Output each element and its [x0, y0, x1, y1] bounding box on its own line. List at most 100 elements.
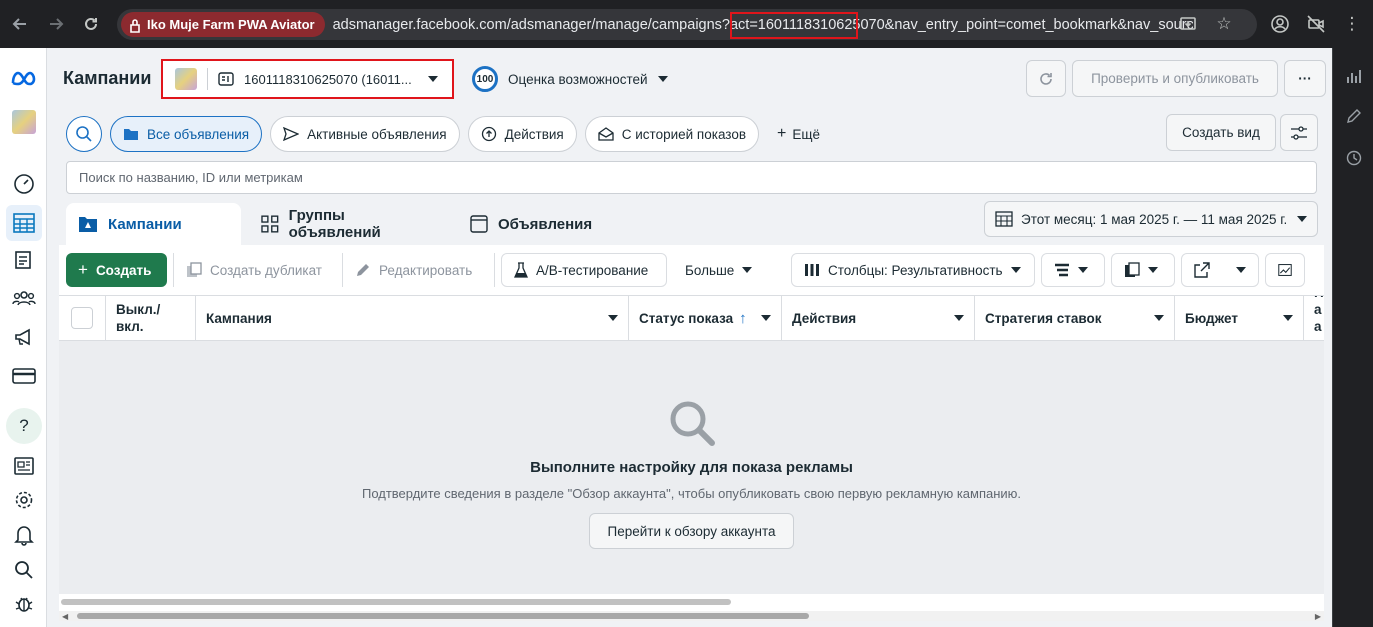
campaigns-table-icon[interactable]	[6, 205, 42, 241]
main-content: Кампании 1601118310625070 (16011... 100 …	[47, 48, 1332, 627]
lock-icon	[130, 18, 140, 33]
page-scrollbar-track[interactable]: ◀ ▶	[59, 611, 1324, 621]
col-campaign[interactable]: Кампания	[196, 296, 629, 340]
table-scrollbar-thumb[interactable]	[61, 599, 731, 605]
reports-icon	[1125, 262, 1140, 277]
bookmark-star-icon[interactable]: ☆	[1209, 9, 1239, 39]
megaphone-icon[interactable]	[6, 319, 42, 355]
chart-bars-icon[interactable]	[1344, 66, 1364, 86]
select-all-checkbox[interactable]	[71, 307, 93, 329]
profile-label: Iko Muje Farm PWA Aviator	[147, 17, 315, 32]
empty-state: Выполните настройку для показа рекламы П…	[59, 341, 1324, 594]
copy-icon	[187, 262, 202, 277]
create-view-button[interactable]: Создать вид	[1166, 114, 1276, 151]
pencil-icon	[357, 264, 369, 276]
settings-gear-icon[interactable]	[6, 482, 42, 518]
campaigns-panel: + Создать Создать дубликат Редактировать…	[59, 245, 1324, 621]
search-input[interactable]: Поиск по названию, ID или метрикам	[66, 161, 1317, 194]
more-actions-dropdown[interactable]: Больше	[673, 253, 763, 287]
menu-dots-icon[interactable]: ⋮	[1337, 9, 1367, 39]
chevron-down-icon	[1297, 216, 1307, 222]
account-selector[interactable]: 1601118310625070 (16011...	[161, 59, 454, 99]
score-label: Оценка возможностей	[508, 71, 648, 87]
col-attribution-truncated[interactable]: На ат	[1304, 296, 1324, 340]
ab-test-button[interactable]: A/B-тестирование	[501, 253, 667, 287]
columns-dropdown[interactable]: Столбцы: Результативность	[791, 253, 1035, 287]
go-to-account-overview-button[interactable]: Перейти к обзору аккаунта	[589, 513, 794, 549]
dashboard-icon[interactable]	[6, 165, 42, 201]
breakdown-dropdown[interactable]	[1041, 253, 1105, 287]
col-actions[interactable]: Действия	[782, 296, 975, 340]
col-bid-strategy[interactable]: Стратегия ставок	[975, 296, 1175, 340]
chevron-down-icon	[1010, 267, 1021, 273]
account-avatar[interactable]	[6, 104, 42, 140]
notifications-bell-icon[interactable]	[6, 517, 42, 553]
scroll-left-arrow[interactable]: ◀	[62, 612, 68, 621]
address-bar[interactable]: Iko Muje Farm PWA Aviator adsmanager.fac…	[117, 9, 1257, 40]
sliders-icon	[1291, 125, 1307, 140]
chevron-down-icon[interactable]	[1154, 315, 1164, 321]
date-range-label: Этот месяц: 1 мая 2025 г. — 11 мая 2025 …	[1021, 211, 1288, 227]
filter-all-ads[interactable]: Все объявления	[110, 116, 263, 152]
more-options-button[interactable]: ···	[1284, 60, 1326, 97]
create-button[interactable]: + Создать	[66, 253, 167, 287]
refresh-button[interactable]	[1026, 60, 1066, 97]
search-icon	[76, 126, 92, 142]
date-range-picker[interactable]: Этот месяц: 1 мая 2025 г. — 11 мая 2025 …	[984, 201, 1318, 237]
help-icon[interactable]: ?	[6, 408, 42, 444]
export-dropdown[interactable]	[1181, 253, 1259, 287]
filter-active-ads[interactable]: Активные объявления	[270, 116, 460, 152]
columns-icon	[805, 264, 819, 276]
scroll-right-arrow[interactable]: ▶	[1315, 612, 1321, 621]
grid-icon	[261, 215, 279, 233]
chevron-down-icon	[1148, 267, 1158, 273]
ad-account-icon	[218, 72, 234, 86]
col-budget[interactable]: Бюджет	[1175, 296, 1304, 340]
filter-more-link[interactable]: + Ещё	[767, 125, 820, 143]
duplicate-button[interactable]: Создать дубликат	[173, 253, 336, 287]
back-icon[interactable]	[4, 8, 36, 40]
plus-icon: +	[78, 260, 88, 279]
review-publish-button[interactable]: Проверить и опубликовать	[1072, 60, 1278, 97]
col-on-off[interactable]: Выкл./вкл.	[106, 296, 196, 340]
filter-with-history[interactable]: С историей показов	[584, 116, 760, 152]
chevron-down-icon[interactable]	[761, 315, 771, 321]
account-icon[interactable]	[1265, 9, 1295, 39]
chevron-down-icon	[1078, 267, 1088, 273]
camera-off-icon[interactable]	[1301, 9, 1331, 39]
audiences-icon[interactable]	[6, 280, 42, 316]
page-scrollbar-thumb[interactable]	[77, 613, 809, 619]
tab-ad-sets[interactable]: Группы объявлений	[249, 203, 450, 245]
install-app-icon[interactable]	[1173, 9, 1203, 39]
charts-button[interactable]	[1265, 253, 1305, 287]
pages-icon[interactable]	[6, 242, 42, 278]
forward-icon[interactable]	[40, 8, 72, 40]
search-toggle-button[interactable]	[66, 116, 102, 152]
news-icon[interactable]	[6, 448, 42, 484]
plus-icon: +	[777, 125, 787, 142]
billing-card-icon[interactable]	[6, 358, 42, 394]
col-delivery-status[interactable]: Статус показа ↑	[629, 296, 782, 340]
edit-button[interactable]: Редактировать	[342, 253, 488, 287]
chevron-down-icon[interactable]	[954, 315, 964, 321]
reports-dropdown[interactable]	[1111, 253, 1175, 287]
tab-ads[interactable]: Объявления	[458, 203, 633, 245]
empty-title: Выполните настройку для показа рекламы	[530, 459, 853, 476]
reload-icon[interactable]	[75, 8, 107, 40]
select-all-cell	[59, 296, 106, 340]
chevron-down-icon	[657, 76, 668, 82]
chevron-down-icon[interactable]	[1283, 315, 1293, 321]
meta-logo-icon[interactable]	[6, 60, 42, 96]
edit-pencil-icon[interactable]	[1344, 106, 1364, 126]
tab-campaigns[interactable]: Кампании	[66, 203, 241, 245]
bug-report-icon[interactable]	[6, 586, 42, 622]
view-settings-button[interactable]	[1280, 114, 1318, 151]
profile-chip[interactable]: Iko Muje Farm PWA Aviator	[121, 12, 325, 37]
search-icon[interactable]	[6, 552, 42, 588]
envelope-open-icon	[598, 127, 614, 141]
filter-actions[interactable]: Действия	[467, 116, 577, 152]
history-clock-icon[interactable]	[1344, 148, 1364, 168]
opportunity-score[interactable]: 100 Оценка возможностей	[472, 66, 668, 92]
chevron-down-icon[interactable]	[608, 315, 618, 321]
folder-campaign-icon	[79, 217, 97, 232]
